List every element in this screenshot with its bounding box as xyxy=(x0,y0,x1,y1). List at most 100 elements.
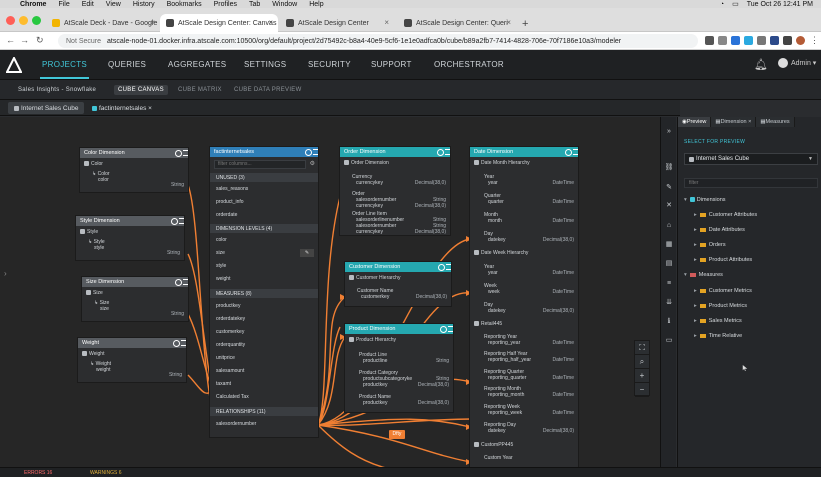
tab-cube-matrix[interactable]: CUBE MATRIX xyxy=(174,85,226,95)
tab-dimensions[interactable]: ▦ Dimension × xyxy=(711,117,757,127)
battery-icon[interactable]: ▭ xyxy=(732,0,739,8)
gear-icon[interactable] xyxy=(175,150,182,157)
nav-orchestrator[interactable]: ORCHESTRATOR xyxy=(434,60,504,69)
tree-folder[interactable]: ▸ Product Metrics xyxy=(694,303,747,309)
card-header[interactable]: Style Dimension xyxy=(76,216,184,226)
unused-item[interactable]: orderdate xyxy=(216,212,237,218)
menu-icon[interactable] xyxy=(179,218,184,224)
minimize-window-button[interactable] xyxy=(19,16,28,25)
hierarchy-row[interactable]: Style xyxy=(80,229,98,235)
measure-item[interactable]: unitprice xyxy=(216,355,235,361)
project-breadcrumb[interactable]: Sales Insights - Snowflake xyxy=(14,85,100,95)
tab-cube-canvas[interactable]: CUBE CANVAS xyxy=(114,85,168,95)
card-header[interactable]: Date Dimension xyxy=(470,147,578,157)
close-icon[interactable]: ✕ xyxy=(664,201,674,211)
gear-icon[interactable] xyxy=(175,279,182,286)
link-icon[interactable]: ⛓ xyxy=(664,163,674,173)
close-icon[interactable]: × xyxy=(268,18,273,27)
address-field[interactable]: Not Secure atscale-node-01.docker.infra.… xyxy=(58,34,698,48)
tree-folder[interactable]: ▸ Customer Metrics xyxy=(694,288,752,294)
info-icon[interactable]: ℹ xyxy=(664,317,674,327)
hierarchy-row[interactable]: Product Hierarchy xyxy=(349,337,396,343)
menu-edit[interactable]: Edit xyxy=(82,1,94,8)
hierarchy-row[interactable]: Size xyxy=(86,290,103,296)
card-header[interactable]: Order Dimension xyxy=(340,147,450,157)
nav-security[interactable]: SECURITY xyxy=(308,60,351,69)
menu-bookmarks[interactable]: Bookmarks xyxy=(167,1,202,8)
search-icon[interactable]: ⌕ xyxy=(635,355,649,369)
close-icon[interactable]: × xyxy=(506,18,511,27)
gear-icon[interactable] xyxy=(171,218,178,225)
dimension-level-item[interactable]: weight xyxy=(216,276,230,282)
bookmark-star-icon[interactable] xyxy=(718,36,727,45)
menu-icon[interactable] xyxy=(183,279,188,285)
doc-tab-internet-sales-cube[interactable]: Internet Sales Cube xyxy=(8,102,85,114)
hierarchy-row[interactable]: Color xyxy=(84,161,103,167)
menu-icon[interactable] xyxy=(446,264,451,270)
menu-icon[interactable] xyxy=(181,340,186,346)
measure-item[interactable]: customerkey xyxy=(216,329,244,335)
card-header[interactable]: Customer Dimension xyxy=(345,262,451,272)
measure-item[interactable]: orderquantity xyxy=(216,342,245,348)
preview-filter-input[interactable]: filter xyxy=(684,178,818,188)
card-header[interactable]: Size Dimension xyxy=(82,277,188,287)
hierarchy-row[interactable]: Retail445 xyxy=(474,321,502,327)
gear-icon[interactable] xyxy=(437,149,444,156)
home-icon[interactable]: ⌂ xyxy=(664,221,674,231)
atscale-logo-icon[interactable] xyxy=(6,57,22,73)
admin-menu[interactable]: Admin ▾ xyxy=(778,58,816,68)
tree-folder[interactable]: ▸ Product Attributes xyxy=(694,257,752,263)
profile-avatar-icon[interactable] xyxy=(796,36,805,45)
measure-item[interactable]: productkey xyxy=(216,303,240,309)
menu-help[interactable]: Help xyxy=(309,1,323,8)
measures-section[interactable]: MEASURES (8) xyxy=(210,289,318,298)
menu-icon[interactable] xyxy=(448,326,453,332)
gear-icon[interactable] xyxy=(173,340,180,347)
tree-folder[interactable]: ▸ Customer Attributes xyxy=(694,212,757,218)
extension-icon[interactable] xyxy=(757,36,766,45)
expand-left-icon[interactable]: › xyxy=(4,269,7,278)
dimension-level-item[interactable]: style xyxy=(216,263,226,269)
measure-item[interactable]: taxamt xyxy=(216,381,231,387)
wifi-icon[interactable]: ◔ xyxy=(720,1,724,8)
style-dimension-card[interactable]: Style Dimension Style ↳ Style style Stri… xyxy=(76,216,184,260)
level-label[interactable]: Custom Year xyxy=(484,455,513,461)
close-window-button[interactable] xyxy=(6,16,15,25)
menu-icon[interactable] xyxy=(313,149,318,155)
nav-queries[interactable]: QUERIES xyxy=(108,60,146,69)
customer-dimension-card[interactable]: Customer Dimension Customer Hierarchy Cu… xyxy=(345,262,451,306)
menu-history[interactable]: History xyxy=(133,1,155,8)
forward-arrow-icon[interactable]: → xyxy=(20,35,29,45)
menu-tab[interactable]: Tab xyxy=(249,1,260,8)
gear-icon[interactable] xyxy=(305,149,312,156)
grid-icon[interactable]: ▦ xyxy=(664,240,674,250)
extension-icon[interactable] xyxy=(731,36,740,45)
dimension-level-item[interactable]: color xyxy=(216,237,227,243)
nav-settings[interactable]: SETTINGS xyxy=(244,60,286,69)
document-icon[interactable]: ▤ xyxy=(664,259,674,269)
new-tab-button[interactable]: + xyxy=(522,18,528,30)
card-header[interactable]: Product Dimension xyxy=(345,324,453,334)
card-header[interactable]: factinternetsales xyxy=(210,147,318,157)
extension-icon[interactable] xyxy=(770,36,779,45)
pencil-icon[interactable]: ✎ xyxy=(664,183,674,193)
back-arrow-icon[interactable]: ← xyxy=(6,35,15,45)
relationship-label[interactable]: Dfty xyxy=(389,430,405,439)
browser-tab-canvas[interactable]: AtScale Design Center: Canvas × xyxy=(160,14,278,32)
menu-file[interactable]: File xyxy=(58,1,69,8)
zoom-out-icon[interactable]: − xyxy=(635,383,649,397)
gear-icon[interactable] xyxy=(440,326,447,333)
weight-dimension-card[interactable]: Weight Weight ↳ Weight weight String xyxy=(78,338,186,382)
unused-item[interactable]: sales_reasons xyxy=(216,186,248,192)
chevrons-down-icon[interactable]: ⇊ xyxy=(664,298,674,308)
close-icon[interactable]: × xyxy=(150,18,155,27)
hierarchy-row[interactable]: Weight xyxy=(82,351,104,357)
card-header[interactable]: Color Dimension xyxy=(80,148,188,158)
dimension-levels-section[interactable]: DIMENSION LEVELS (4) xyxy=(210,224,318,233)
hierarchy-row[interactable]: CustomPP445 xyxy=(474,442,513,448)
browser-tab-design-center[interactable]: AtScale Design Center × xyxy=(280,14,394,32)
tab-cube-data-preview[interactable]: CUBE DATA PREVIEW xyxy=(230,85,306,95)
browser-tab-queries[interactable]: AtScale Design Center: Queri × xyxy=(398,14,516,32)
menu-icon[interactable] xyxy=(183,150,188,156)
unused-item[interactable]: product_info xyxy=(216,199,244,205)
